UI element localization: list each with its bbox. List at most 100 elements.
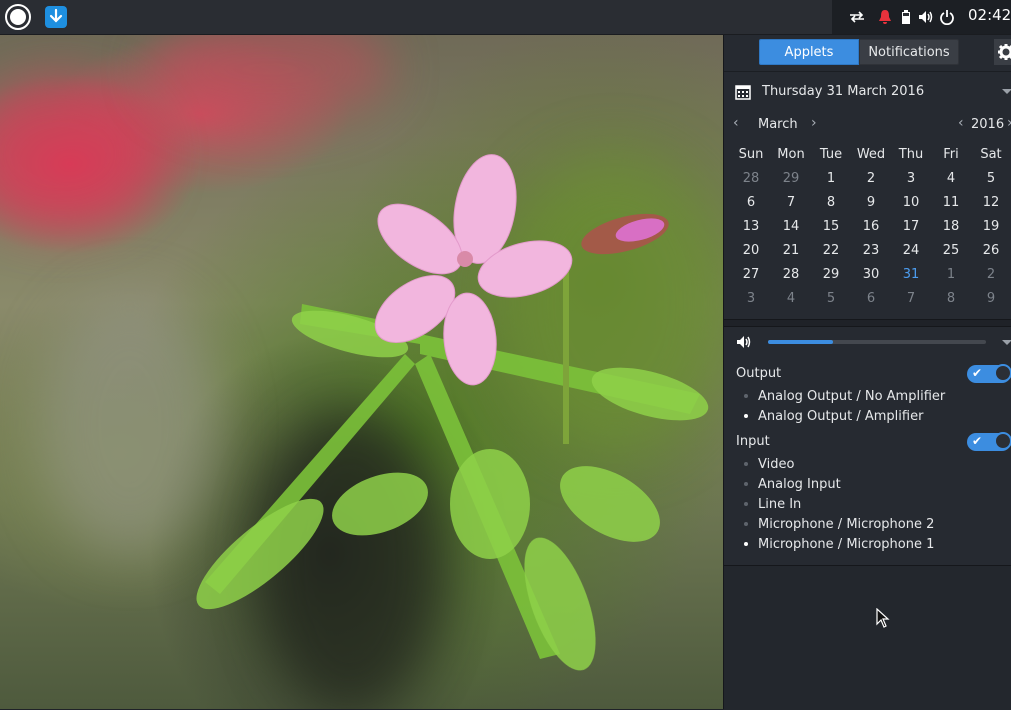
gear-icon [998,44,1011,60]
tab-applets[interactable]: Applets [759,39,859,65]
calendar-day[interactable]: 14 [771,215,811,239]
calendar-day[interactable]: 6 [851,287,891,311]
input-device-item[interactable]: Line In [758,497,801,512]
calendar-day[interactable]: 3 [731,287,771,311]
output-device-item[interactable]: Analog Output / No Amplifier [758,389,945,404]
calendar-day[interactable]: 2 [851,167,891,191]
calendar-day[interactable]: 4 [931,167,971,191]
calendar-day[interactable]: 27 [731,263,771,287]
calendar-day[interactable]: 1 [931,263,971,287]
calendar-day[interactable]: 19 [971,215,1011,239]
calendar-day[interactable]: 23 [851,239,891,263]
calendar-day[interactable]: 18 [931,215,971,239]
calendar-day[interactable]: 15 [811,215,851,239]
top-panel: 02:42 [0,0,1011,35]
calendar-day[interactable]: 9 [851,191,891,215]
calendar-day[interactable]: 22 [811,239,851,263]
calendar-day[interactable]: 3 [891,167,931,191]
calendar-day[interactable]: 24 [891,239,931,263]
calendar-day[interactable]: 16 [851,215,891,239]
input-device-item[interactable]: Microphone / Microphone 1 [758,537,934,552]
input-device-item[interactable]: Analog Input [758,477,841,492]
calendar-day[interactable]: 26 [971,239,1011,263]
calendar-icon [735,84,751,104]
previous-month-button[interactable]: ‹ [733,115,739,131]
settings-button[interactable] [994,39,1011,65]
calendar-day[interactable]: 29 [811,263,851,287]
speaker-icon[interactable] [736,334,752,354]
input-device-item[interactable]: Video [758,457,794,472]
calendar-day[interactable]: 30 [851,263,891,287]
power-icon[interactable] [939,9,955,26]
calendar-day[interactable]: 10 [891,191,931,215]
application-menu-button[interactable] [5,4,31,30]
volume-slider-fill [768,340,834,344]
calendar-day[interactable]: 29 [771,167,811,191]
calendar-day[interactable]: 7 [771,191,811,215]
panel-tab-bar: Applets Notifications [724,35,1011,72]
weekday-label: Wed [856,147,886,162]
date-header[interactable]: Thursday 31 March 2016 [724,75,1011,107]
calendar-day[interactable]: 6 [731,191,771,215]
switch-knob [994,364,1011,382]
calendar-day[interactable]: 2 [971,263,1011,287]
calendar-grid: Sun Mon Tue Wed Thu Fri Sat 28 29 1 2 3 … [731,143,1011,311]
calendar-day-today[interactable]: 31 [891,263,931,287]
calendar-day[interactable]: 21 [771,239,811,263]
next-year-button[interactable]: › [1007,115,1011,131]
tab-notifications[interactable]: Notifications [859,39,959,65]
calendar-day[interactable]: 20 [731,239,771,263]
output-device-item[interactable]: Analog Output / Amplifier [758,409,923,424]
calendar-week-row: 6 7 8 9 10 11 12 [731,191,1011,215]
calendar-day[interactable]: 12 [971,191,1011,215]
desktop-wallpaper [0,34,723,709]
volume-slider[interactable] [768,340,986,344]
calendar-day[interactable]: 7 [891,287,931,311]
clock[interactable]: 02:42 [968,6,1011,24]
device-bullet [744,394,748,398]
volume-icon[interactable] [918,9,934,25]
output-section-title: Output [736,366,782,381]
calendar-day[interactable]: 4 [771,287,811,311]
calendar-day[interactable]: 17 [891,215,931,239]
weekday-header-row: Sun Mon Tue Wed Thu Fri Sat [731,143,1011,167]
calendar-week-row: 13 14 15 16 17 18 19 [731,215,1011,239]
device-bullet-active [744,542,748,546]
calendar-day[interactable]: 28 [731,167,771,191]
calendar-week-row: 20 21 22 23 24 25 26 [731,239,1011,263]
weekday-label: Sat [980,147,1002,162]
flower-photo [196,154,709,671]
calendar-day[interactable]: 25 [931,239,971,263]
input-device-item[interactable]: Microphone / Microphone 2 [758,517,934,532]
network-icon[interactable] [849,9,865,25]
battery-icon[interactable] [898,9,914,25]
device-bullet [744,502,748,506]
download-app-icon[interactable] [45,6,67,28]
calendar-day[interactable]: 13 [731,215,771,239]
weekday-label: Fri [943,147,959,162]
next-month-button[interactable]: › [811,115,817,131]
calendar-day[interactable]: 11 [931,191,971,215]
full-date-label: Thursday 31 March 2016 [762,84,925,99]
check-icon: ✔ [972,366,983,380]
device-bullet [744,482,748,486]
check-icon: ✔ [972,434,983,448]
year-label: 2016 [971,117,1005,132]
notification-bell-icon[interactable] [877,9,893,25]
calendar-day[interactable]: 1 [811,167,851,191]
input-toggle-switch[interactable]: ✔ [967,432,1011,451]
calendar-day[interactable]: 28 [771,263,811,287]
calendar-day[interactable]: 5 [971,167,1011,191]
calendar-day[interactable]: 9 [971,287,1011,311]
calendar-day[interactable]: 8 [931,287,971,311]
volume-control [724,331,1011,353]
weekday-label: Mon [777,147,805,162]
calendar-day[interactable]: 8 [811,191,851,215]
calendar-week-row: 27 28 29 30 31 1 2 [731,263,1011,287]
expand-arrow-icon[interactable] [1002,89,1011,94]
device-bullet [744,462,748,466]
output-toggle-switch[interactable]: ✔ [967,364,1011,383]
expand-arrow-icon[interactable] [1002,340,1011,345]
calendar-day[interactable]: 5 [811,287,851,311]
previous-year-button[interactable]: ‹ [958,115,964,131]
